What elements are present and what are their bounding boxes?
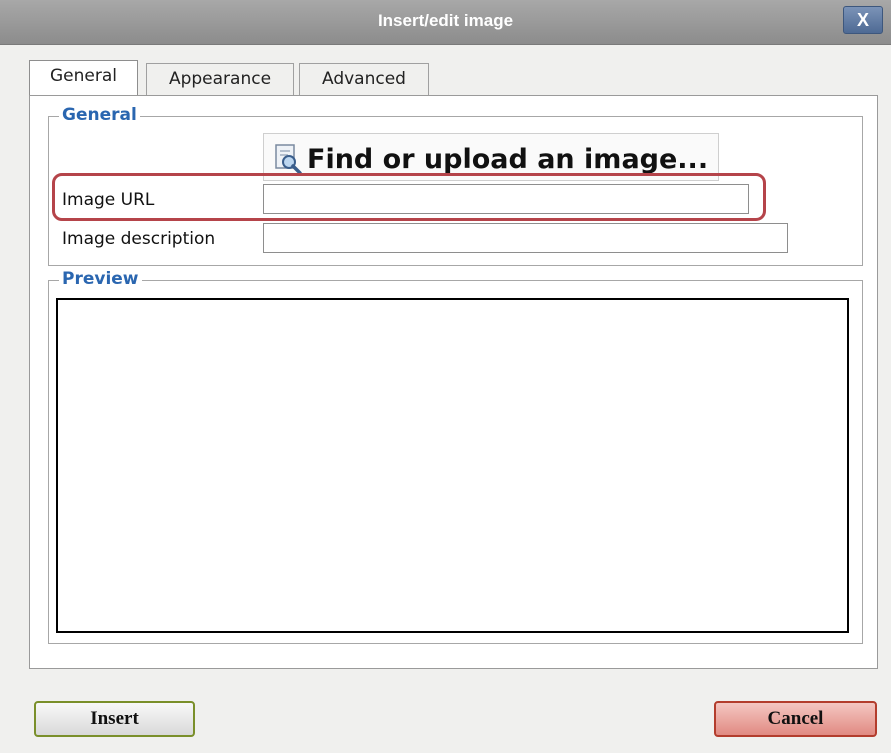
dialog-titlebar: Insert/edit image X: [0, 0, 891, 45]
image-url-highlight: [52, 173, 766, 221]
close-icon: X: [856, 10, 869, 30]
cancel-button[interactable]: Cancel: [714, 701, 877, 737]
tab-general[interactable]: General: [29, 60, 138, 97]
tab-advanced-label: Advanced: [322, 69, 406, 89]
close-button[interactable]: X: [843, 6, 883, 34]
general-legend: General: [59, 105, 140, 125]
tab-appearance[interactable]: Appearance: [146, 63, 294, 95]
find-upload-label: Find or upload an image...: [307, 144, 709, 175]
dialog-title: Insert/edit image: [377, 11, 514, 30]
image-preview-area: [56, 298, 849, 633]
tab-advanced[interactable]: Advanced: [299, 63, 429, 95]
image-description-label: Image description: [62, 229, 216, 249]
insert-button[interactable]: Insert: [34, 701, 195, 737]
tab-general-label: General: [50, 66, 117, 86]
magnifier-document-icon: [275, 144, 302, 175]
image-description-input[interactable]: [263, 223, 788, 253]
preview-legend: Preview: [59, 269, 142, 289]
tab-appearance-label: Appearance: [168, 69, 272, 89]
